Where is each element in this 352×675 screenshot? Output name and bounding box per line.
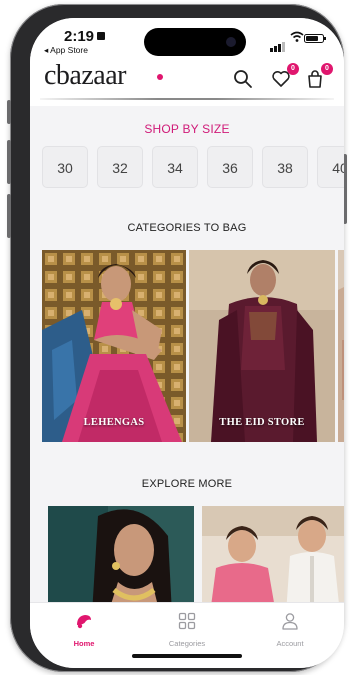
dynamic-island <box>144 28 246 56</box>
category-card-lehengas[interactable]: LEHENGAS <box>42 250 186 442</box>
phone-frame: 2:19 ◂ App Store cbazaar 0 0 SHOP BY SIZ… <box>7 4 347 672</box>
logo-dot <box>157 74 163 80</box>
nav-label: Categories <box>168 639 206 648</box>
nav-item-categories[interactable]: Categories <box>135 603 239 653</box>
explore-woman-image <box>48 506 194 614</box>
lehenga-model-image <box>42 250 186 442</box>
screen: 2:19 ◂ App Store cbazaar 0 0 SHOP BY SIZ… <box>30 18 344 668</box>
home-icon <box>77 615 91 629</box>
explore-more-title: EXPLORE MORE <box>141 478 233 490</box>
status-bar: 2:19 ◂ App Store <box>30 18 344 58</box>
categories-carousel[interactable]: LEHENGAS THE EID STORE <box>42 250 344 442</box>
battery-icon <box>304 34 326 43</box>
wifi-icon <box>290 31 304 42</box>
nav-item-account[interactable]: Account <box>238 603 342 653</box>
status-time: 2:19 <box>64 28 106 45</box>
camera-icon <box>226 37 236 47</box>
nav-label: Account <box>276 639 304 648</box>
nav-item-home[interactable]: Home <box>32 603 136 653</box>
home-indicator[interactable] <box>132 654 242 658</box>
category-label: THE EID STORE <box>219 417 305 428</box>
wishlist-button[interactable]: 0 <box>270 63 299 90</box>
size-chip-row[interactable]: 30 32 34 36 38 40 <box>42 146 344 190</box>
volume-down-button <box>7 194 11 238</box>
explore-card[interactable] <box>202 506 344 614</box>
app-header: cbazaar 0 0 <box>30 58 344 106</box>
account-icon <box>282 613 298 630</box>
size-chip[interactable]: 30 <box>42 146 88 188</box>
partial-category-image <box>338 250 344 442</box>
cart-count-badge: 0 <box>321 63 333 75</box>
bottom-nav-bar: Home Categories Account <box>30 602 344 668</box>
categories-icon <box>178 612 196 630</box>
volume-up-button <box>7 140 11 184</box>
wishlist-count-badge: 0 <box>287 63 299 75</box>
cellular-signal-icon <box>270 34 286 52</box>
size-chip[interactable]: 34 <box>152 146 198 188</box>
category-card-eid-store[interactable]: THE EID STORE <box>189 250 335 442</box>
categories-title: CATEGORIES TO BAG <box>127 222 247 234</box>
size-chip[interactable]: 36 <box>207 146 253 188</box>
eid-model-image <box>189 250 335 442</box>
action-button <box>7 100 11 124</box>
explore-card[interactable] <box>48 506 194 614</box>
category-label: LEHENGAS <box>83 417 145 428</box>
search-icon[interactable] <box>232 68 254 90</box>
size-chip[interactable]: 40 <box>317 146 344 188</box>
screen-record-icon <box>97 32 106 40</box>
size-chip[interactable]: 38 <box>262 146 308 188</box>
nav-label: Home <box>73 639 95 648</box>
cart-button[interactable]: 0 <box>304 63 333 90</box>
header-divider <box>40 98 334 100</box>
back-to-app-link[interactable]: ◂ App Store <box>44 45 88 56</box>
brand-logo[interactable]: cbazaar <box>44 60 126 92</box>
shop-by-size-title: SHOP BY SIZE <box>144 122 230 136</box>
time-text: 2:19 <box>64 28 95 45</box>
size-chip[interactable]: 32 <box>97 146 143 188</box>
explore-kids-image <box>202 506 344 614</box>
category-card-partial[interactable] <box>338 250 344 442</box>
explore-more-carousel[interactable] <box>42 506 344 614</box>
